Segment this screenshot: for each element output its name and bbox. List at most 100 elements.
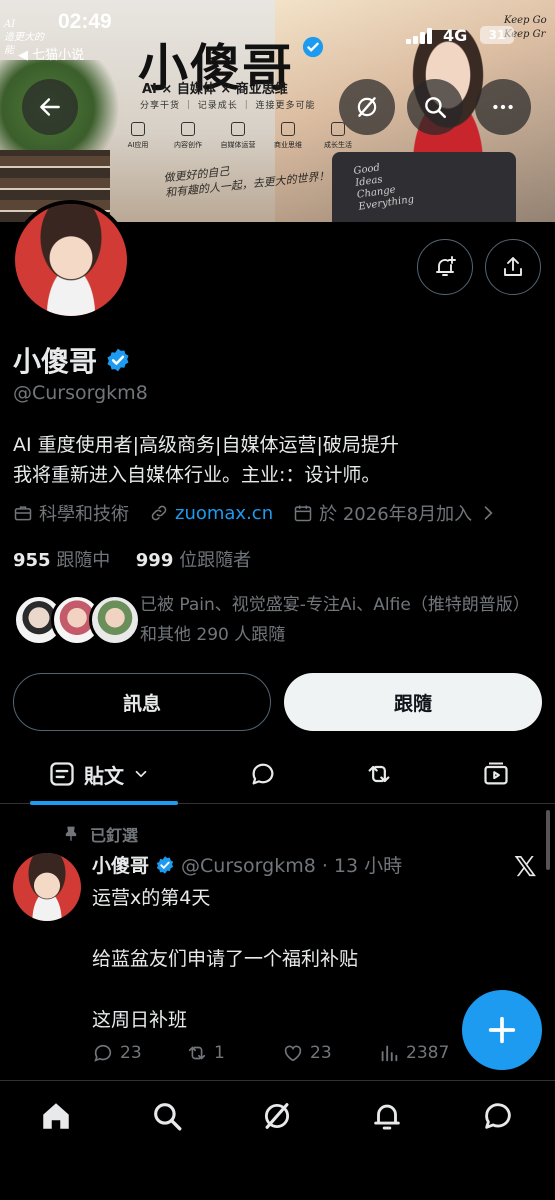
active-tab-indicator (30, 801, 178, 805)
avatar-illustration (15, 204, 127, 316)
profile-tabs: 貼文 (0, 744, 555, 805)
repost-icon (188, 1046, 206, 1060)
repost-icon (368, 765, 390, 783)
banner-icon-item: 内容创作 (168, 122, 208, 150)
home-icon (43, 1103, 69, 1129)
search-icon (154, 1103, 182, 1131)
more-button[interactable] (475, 79, 531, 135)
reply-icon (94, 1044, 112, 1062)
tab-replies[interactable] (249, 744, 277, 804)
chevron-right-icon[interactable] (478, 503, 498, 523)
banner-icon-item: 自媒体运营 (218, 122, 258, 150)
tab-media[interactable] (482, 744, 510, 804)
compose-button[interactable] (462, 990, 542, 1070)
calendar-icon (294, 505, 312, 522)
profile-bio: AI 重度使用者|高级商务|自媒体运营|破局提升 我将重新进入自媒体行业。主业:… (13, 430, 543, 490)
tweet-line (92, 913, 358, 944)
status-time: 02:49 (58, 10, 112, 33)
tweet-author[interactable]: 小傻哥 (92, 851, 149, 878)
bulb-icon (281, 122, 295, 136)
battery-indicator: 31 (480, 26, 514, 44)
like-action[interactable]: 23 (282, 1042, 332, 1064)
bio-line: 我将重新进入自媒体行业。主业:：设计师。 (13, 464, 381, 486)
tweet-actions: 23 1 23 2387 (92, 1042, 512, 1072)
tweet-avatar[interactable] (13, 853, 81, 921)
tweet-line: 运营x的第4天 (92, 887, 211, 909)
message-button[interactable]: 訊息 (13, 673, 271, 731)
like-count: 23 (310, 1043, 332, 1063)
profile-meta: 科學和技術 zuomax.cn 於 2026年8月加入 (13, 500, 498, 526)
follow-button[interactable]: 跟隨 (284, 673, 542, 731)
tweet-line: 给蓝盆友们申请了一个福利补贴 (92, 948, 359, 970)
profile-category: 科學和技術 (39, 504, 129, 525)
avatar (89, 594, 141, 646)
chevron-down-icon (135, 770, 147, 778)
verified-icon (156, 855, 174, 874)
nav-search[interactable] (150, 1099, 186, 1135)
briefcase-icon (14, 506, 32, 521)
verified-icon[interactable] (105, 347, 131, 373)
banner-icon-row: AI应用 内容创作 自媒体运营 商业思维 成长生活 (118, 122, 358, 150)
grok-icon (357, 97, 377, 117)
network-type: 4G (443, 26, 468, 45)
views-icon (381, 1045, 398, 1062)
banner-icon-item: AI应用 (118, 122, 158, 150)
repost-count: 1 (214, 1043, 225, 1063)
avatar-illustration (13, 853, 81, 921)
tab-posts-label: 貼文 (84, 763, 124, 788)
x-logo-icon: 𝕏 (514, 850, 537, 883)
scrollbar[interactable] (546, 810, 550, 870)
banner-laptop-text: Good Ideas Change Everything (352, 162, 415, 213)
chart-icon (231, 122, 245, 136)
repost-action[interactable]: 1 (186, 1042, 225, 1064)
reply-action[interactable]: 23 (92, 1042, 142, 1064)
views-action[interactable]: 2387 (378, 1042, 449, 1064)
profile-name: 小傻哥 (13, 345, 98, 378)
banner-icon-item: 商业思维 (268, 122, 308, 150)
heart-icon (284, 1045, 302, 1062)
profile-handle: @Cursorgkm8 (13, 382, 148, 404)
tab-reposts[interactable] (365, 744, 393, 804)
banner-subtitle: AI × 自媒体 × 商业思维 (142, 82, 288, 97)
followers-link[interactable]: 999 位跟隨者 (136, 550, 251, 571)
signal-icon (406, 28, 434, 44)
tweet-handle-time: @Cursorgkm8 · 13 小時 (181, 855, 403, 877)
grok-button[interactable] (339, 79, 395, 135)
profile-link[interactable]: zuomax.cn (175, 503, 273, 524)
bottom-navigation (0, 1080, 555, 1200)
mutual-followers-text[interactable]: 已被 Pain、视觉盛宴-专注Ai、Alfie（推特朗普版） 和其他 290 人… (140, 590, 540, 650)
ai-icon (131, 122, 145, 136)
following-link[interactable]: 955 跟隨中 (13, 550, 110, 571)
tab-posts[interactable]: 貼文 (30, 744, 178, 805)
tweet-text[interactable]: 运营x的第4天 给蓝盆友们申请了一个福利补贴 这周日补班 (92, 883, 358, 1035)
notify-button[interactable] (417, 239, 473, 295)
nav-grok[interactable] (260, 1099, 296, 1135)
share-button[interactable] (485, 239, 541, 295)
pinned-label: 已釘選 (90, 826, 139, 845)
nav-messages[interactable] (481, 1099, 517, 1135)
pen-icon (181, 122, 195, 136)
profile-joined: 於 2026年8月加入 (319, 504, 473, 525)
bio-line: AI 重度使用者|高级商务|自媒体运营|破局提升 (13, 434, 399, 456)
arrow-left-icon (40, 98, 60, 116)
back-to-app-link[interactable]: ◀ 七猫小说 (18, 44, 84, 63)
share-icon (504, 257, 522, 276)
pinned-indicator: 已釘選 (62, 822, 138, 846)
search-button[interactable] (407, 79, 463, 135)
banner-tagline: 分享干货 ｜ 记录成长 ｜ 连接更多可能 (140, 101, 316, 111)
status-bar: 02:49 ◀ 七猫小说 4G 31 (0, 0, 555, 63)
search-icon (425, 97, 447, 119)
nav-home[interactable] (39, 1099, 75, 1135)
plus-icon (488, 1016, 516, 1044)
nav-notifications[interactable] (370, 1099, 406, 1135)
chat-bubble-icon (485, 1103, 511, 1129)
profile-avatar[interactable] (11, 200, 131, 320)
grok-icon (264, 1103, 290, 1129)
back-button[interactable] (22, 79, 78, 135)
tweet-line (92, 974, 358, 1005)
reply-count: 23 (120, 1043, 142, 1063)
media-icon (484, 762, 508, 785)
people-icon (331, 122, 345, 136)
tweet-line: 这周日补班 (92, 1009, 188, 1031)
bell-icon (374, 1104, 400, 1130)
